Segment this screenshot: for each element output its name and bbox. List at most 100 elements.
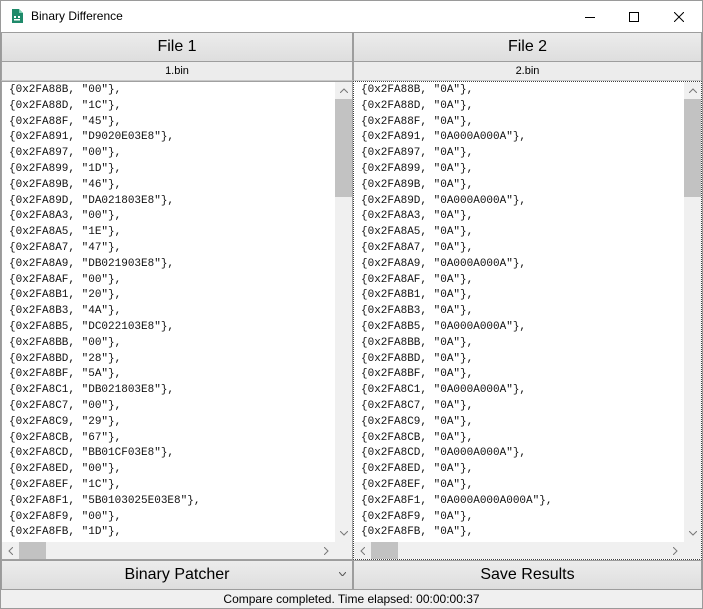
file-1-panel: File 1 1.bin {0x2FA88B, "00"}, {0x2FA88D,… — [1, 32, 353, 560]
list-item[interactable]: {0x2FA8A5, "0A"}, — [361, 225, 683, 241]
scroll-up-icon[interactable] — [684, 82, 701, 99]
list-item[interactable]: {0x2FA8A7, "0A"}, — [361, 241, 683, 257]
file-1-vertical-scrollbar[interactable] — [335, 82, 352, 542]
list-item[interactable]: {0x2FA8C9, "29"}, — [9, 415, 334, 431]
window-title: Binary Difference — [31, 9, 123, 23]
file-1-name: 1.bin — [1, 62, 353, 81]
list-item[interactable]: {0x2FA89B, "0A"}, — [361, 178, 683, 194]
list-item[interactable]: {0x2FA8ED, "00"}, — [9, 462, 334, 478]
list-item[interactable]: {0x2FA89D, "DA021803E8"}, — [9, 194, 334, 210]
file-1-listbox[interactable]: {0x2FA88B, "00"}, {0x2FA88D, "1C"}, {0x2FA… — [1, 81, 353, 560]
list-item[interactable]: {0x2FA897, "00"}, — [9, 146, 334, 162]
list-item[interactable]: {0x2FA8BD, "0A"}, — [361, 352, 683, 368]
minimize-icon — [585, 16, 595, 18]
file-2-listbox[interactable]: {0x2FA88B, "0A"}, {0x2FA88D, "0A"}, {0x2FA… — [353, 81, 702, 560]
list-item[interactable]: {0x2FA8B3, "0A"}, — [361, 304, 683, 320]
status-bar: Compare completed. Time elapsed: 00:00:0… — [1, 590, 702, 608]
list-item[interactable]: {0x2FA8B5, "0A000A000A"}, — [361, 320, 683, 336]
file-1-vertical-thumb[interactable] — [335, 99, 352, 197]
scroll-right-icon[interactable] — [667, 542, 684, 559]
chevron-down-icon[interactable] — [339, 572, 346, 576]
list-item[interactable]: {0x2FA8C9, "0A"}, — [361, 415, 683, 431]
list-item[interactable]: {0x2FA899, "0A"}, — [361, 162, 683, 178]
list-item[interactable]: {0x2FA8BB, "0A"}, — [361, 336, 683, 352]
list-item[interactable]: {0x2FA8B1, "0A"}, — [361, 288, 683, 304]
file-2-panel: File 2 2.bin {0x2FA88B, "0A"}, {0x2FA88D,… — [353, 32, 702, 560]
list-item[interactable]: {0x2FA8EF, "1C"}, — [9, 478, 334, 494]
list-item[interactable]: {0x2FA8C1, "DB021803E8"}, — [9, 383, 334, 399]
file-1-horizontal-scrollbar[interactable] — [2, 542, 335, 559]
list-item[interactable]: {0x2FA88B, "0A"}, — [361, 83, 683, 99]
list-item[interactable]: {0x2FA891, "D9020E03E8"}, — [9, 130, 334, 146]
scroll-right-icon[interactable] — [318, 542, 335, 559]
list-item[interactable]: {0x2FA8A3, "0A"}, — [361, 209, 683, 225]
file-2-vertical-thumb[interactable] — [684, 99, 701, 197]
list-item[interactable]: {0x2FA8BB, "00"}, — [9, 336, 334, 352]
list-item[interactable]: {0x2FA8FB, "1D"}, — [9, 525, 334, 541]
binary-patcher-label: Binary Patcher — [124, 566, 230, 583]
list-item[interactable]: {0x2FA8AF, "00"}, — [9, 273, 334, 289]
list-item[interactable]: {0x2FA8BD, "28"}, — [9, 352, 334, 368]
file-1-lines: {0x2FA88B, "00"}, {0x2FA88D, "1C"}, {0x2FA… — [9, 83, 334, 541]
file-1-horizontal-thumb[interactable] — [19, 542, 46, 559]
save-results-label: Save Results — [480, 566, 575, 583]
list-item[interactable]: {0x2FA8A9, "DB021903E8"}, — [9, 257, 334, 273]
scroll-down-icon[interactable] — [684, 525, 701, 542]
scroll-corner — [684, 542, 701, 559]
list-item[interactable]: {0x2FA8F9, "0A"}, — [361, 510, 683, 526]
scroll-down-icon[interactable] — [335, 525, 352, 542]
list-item[interactable]: {0x2FA8C7, "00"}, — [9, 399, 334, 415]
list-item[interactable]: {0x2FA8B3, "4A"}, — [9, 304, 334, 320]
list-item[interactable]: {0x2FA89D, "0A000A000A"}, — [361, 194, 683, 210]
list-item[interactable]: {0x2FA899, "1D"}, — [9, 162, 334, 178]
list-item[interactable]: {0x2FA8C1, "0A000A000A"}, — [361, 383, 683, 399]
save-results-button[interactable]: Save Results — [353, 560, 702, 590]
title-bar[interactable]: Binary Difference — [1, 1, 702, 32]
list-item[interactable]: {0x2FA88F, "0A"}, — [361, 115, 683, 131]
scroll-left-icon[interactable] — [354, 542, 371, 559]
list-item[interactable]: {0x2FA8F1, "0A000A000A000A"}, — [361, 494, 683, 510]
file-2-vertical-scrollbar[interactable] — [684, 82, 701, 542]
file-2-lines: {0x2FA88B, "0A"}, {0x2FA88D, "0A"}, {0x2FA… — [361, 83, 683, 541]
list-item[interactable]: {0x2FA8CD, "0A000A000A"}, — [361, 446, 683, 462]
file-2-horizontal-thumb[interactable] — [371, 542, 398, 559]
list-item[interactable]: {0x2FA8BF, "5A"}, — [9, 367, 334, 383]
list-item[interactable]: {0x2FA8B1, "20"}, — [9, 288, 334, 304]
file-2-header: File 2 — [353, 32, 702, 62]
maximize-button[interactable] — [611, 1, 657, 32]
list-item[interactable]: {0x2FA8A7, "47"}, — [9, 241, 334, 257]
list-item[interactable]: {0x2FA8FB, "0A"}, — [361, 525, 683, 541]
maximize-icon — [629, 11, 639, 22]
minimize-button[interactable] — [567, 1, 613, 32]
binary-difference-window: Binary Difference File 1 1.bin {0x2FA88B… — [0, 0, 703, 609]
scroll-up-icon[interactable] — [335, 82, 352, 99]
list-item[interactable]: {0x2FA8A3, "00"}, — [9, 209, 334, 225]
list-item[interactable]: {0x2FA8F9, "00"}, — [9, 510, 334, 526]
list-item[interactable]: {0x2FA88D, "0A"}, — [361, 99, 683, 115]
list-item[interactable]: {0x2FA89B, "46"}, — [9, 178, 334, 194]
list-item[interactable]: {0x2FA891, "0A000A000A"}, — [361, 130, 683, 146]
list-item[interactable]: {0x2FA88B, "00"}, — [9, 83, 334, 99]
list-item[interactable]: {0x2FA8BF, "0A"}, — [361, 367, 683, 383]
list-item[interactable]: {0x2FA897, "0A"}, — [361, 146, 683, 162]
list-item[interactable]: {0x2FA8EF, "0A"}, — [361, 478, 683, 494]
close-button[interactable] — [656, 1, 702, 32]
list-item[interactable]: {0x2FA8CB, "0A"}, — [361, 431, 683, 447]
scroll-left-icon[interactable] — [2, 542, 19, 559]
close-icon — [674, 11, 684, 22]
file-2-horizontal-scrollbar[interactable] — [354, 542, 684, 559]
list-item[interactable]: {0x2FA88F, "45"}, — [9, 115, 334, 131]
list-item[interactable]: {0x2FA8CB, "67"}, — [9, 431, 334, 447]
app-icon — [12, 9, 23, 23]
list-item[interactable]: {0x2FA8C7, "0A"}, — [361, 399, 683, 415]
list-item[interactable]: {0x2FA8CD, "BB01CF03E8"}, — [9, 446, 334, 462]
binary-patcher-button[interactable]: Binary Patcher — [1, 560, 353, 590]
list-item[interactable]: {0x2FA8A5, "1E"}, — [9, 225, 334, 241]
list-item[interactable]: {0x2FA88D, "1C"}, — [9, 99, 334, 115]
list-item[interactable]: {0x2FA8AF, "0A"}, — [361, 273, 683, 289]
list-item[interactable]: {0x2FA8B5, "DC022103E8"}, — [9, 320, 334, 336]
list-item[interactable]: {0x2FA8F1, "5B0103025E03E8"}, — [9, 494, 334, 510]
list-item[interactable]: {0x2FA8A9, "0A000A000A"}, — [361, 257, 683, 273]
file-1-header: File 1 — [1, 32, 353, 62]
list-item[interactable]: {0x2FA8ED, "0A"}, — [361, 462, 683, 478]
